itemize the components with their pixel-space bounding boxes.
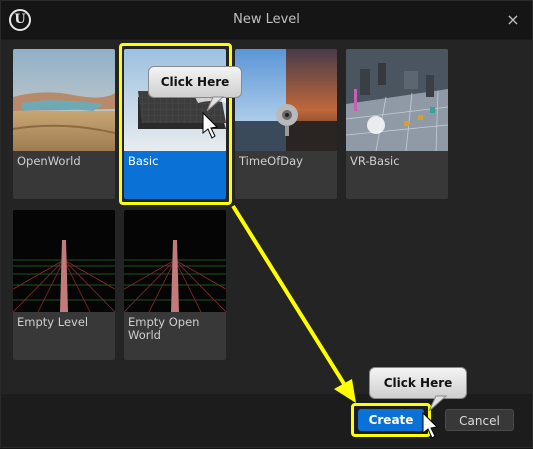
- callout-basic: Click Here: [148, 66, 242, 98]
- empty-level-thumbnail: [13, 210, 115, 312]
- title-bar: U New Level ×: [1, 1, 532, 39]
- template-grid: OpenWorld Basic TimeOfDay VR-Basic Empty…: [1, 39, 532, 394]
- close-icon: ×: [506, 10, 520, 29]
- close-button[interactable]: ×: [502, 9, 524, 31]
- template-tile-empty-open-world[interactable]: Empty Open World: [124, 210, 226, 360]
- template-tile-timeofday[interactable]: TimeOfDay: [235, 49, 337, 199]
- dialog-title: New Level: [233, 12, 300, 27]
- openworld-thumbnail: [13, 49, 115, 151]
- template-label: TimeOfDay: [239, 154, 303, 168]
- template-label: Empty Level: [17, 315, 89, 329]
- cancel-button[interactable]: Cancel: [445, 409, 514, 431]
- callout-create: Click Here: [369, 367, 467, 399]
- template-label: Empty Open World: [128, 315, 200, 342]
- empty-open-world-thumbnail: [124, 210, 226, 312]
- template-tile-vr-basic[interactable]: VR-Basic: [346, 49, 448, 199]
- dialog-footer: Create Cancel: [1, 394, 532, 447]
- vr-basic-thumbnail: [346, 49, 448, 151]
- callout-create-text: Click Here: [383, 376, 453, 390]
- template-label: OpenWorld: [17, 154, 81, 168]
- template-tile-empty-level[interactable]: Empty Level: [13, 210, 115, 360]
- template-label: Basic: [128, 154, 159, 168]
- basic-thumbnail: [124, 49, 226, 151]
- create-button[interactable]: Create: [358, 409, 424, 431]
- template-label: VR-Basic: [350, 154, 400, 168]
- template-tile-openworld[interactable]: OpenWorld: [13, 49, 115, 199]
- timeofday-thumbnail: [235, 49, 337, 151]
- callout-basic-text: Click Here: [160, 75, 230, 89]
- new-level-dialog: U New Level × OpenWorld Basic TimeOfDay …: [0, 0, 533, 448]
